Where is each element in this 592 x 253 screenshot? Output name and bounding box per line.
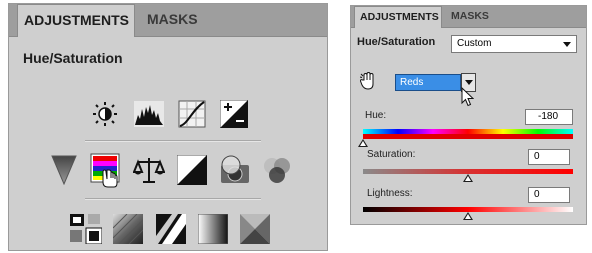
tab-masks[interactable]: MASKS — [141, 4, 211, 36]
hue-spectrum-bottom — [363, 134, 573, 139]
channel-mixer-icon[interactable] — [261, 154, 293, 186]
hue-slider-thumb[interactable] — [358, 139, 368, 147]
saturation-value-field[interactable]: 0 — [528, 149, 570, 165]
curves-icon[interactable] — [177, 99, 207, 129]
invert-icon[interactable] — [69, 213, 103, 245]
posterize-icon[interactable] — [112, 213, 144, 245]
targeted-adjustment-hand-icon[interactable] — [359, 71, 377, 91]
tab-bar: ADJUSTMENTS MASKS — [9, 4, 327, 37]
tab-bar: ADJUSTMENTS MASKS — [351, 6, 586, 28]
saturation-slider-thumb[interactable] — [463, 174, 473, 182]
panel-title: Hue/Saturation — [23, 50, 123, 66]
lightness-label: Lightness: — [367, 188, 413, 199]
brightness-contrast-icon[interactable] — [90, 99, 120, 129]
cursor-arrow-icon — [459, 86, 475, 108]
lightness-slider-thumb[interactable] — [463, 212, 473, 220]
panel-title: Hue/Saturation — [357, 36, 436, 48]
lightness-value-field[interactable]: 0 — [528, 187, 570, 203]
adjustments-panel-icons: ADJUSTMENTS MASKS Hue/Saturation — [8, 3, 328, 251]
channel-select[interactable]: Reds — [395, 74, 461, 91]
tab-adjustments[interactable]: ADJUSTMENTS — [354, 6, 442, 28]
chevron-down-icon — [465, 80, 473, 85]
vibrance-icon[interactable] — [49, 154, 79, 186]
selective-color-icon[interactable] — [239, 213, 271, 245]
divider — [85, 140, 261, 142]
hue-saturation-panel: ADJUSTMENTS MASKS Hue/Saturation Custom … — [350, 5, 587, 225]
preset-value: Custom — [457, 38, 492, 49]
black-white-icon[interactable] — [176, 154, 208, 186]
divider — [85, 198, 261, 200]
tab-adjustments[interactable]: ADJUSTMENTS — [17, 4, 135, 37]
threshold-icon[interactable] — [155, 213, 187, 245]
hue-value-field[interactable]: -180 — [525, 109, 573, 125]
tab-masks[interactable]: MASKS — [447, 6, 497, 27]
saturation-label: Saturation: — [367, 149, 416, 160]
chevron-down-icon — [563, 42, 571, 47]
preset-dropdown[interactable]: Custom — [451, 35, 577, 53]
photo-filter-icon[interactable] — [219, 154, 251, 186]
gradient-map-icon[interactable] — [197, 213, 229, 245]
hue-label: Hue: — [365, 110, 387, 121]
levels-icon[interactable] — [133, 99, 165, 129]
exposure-icon[interactable] — [219, 99, 249, 129]
hue-saturation-icon[interactable] — [89, 152, 121, 188]
color-balance-icon[interactable] — [133, 154, 165, 186]
